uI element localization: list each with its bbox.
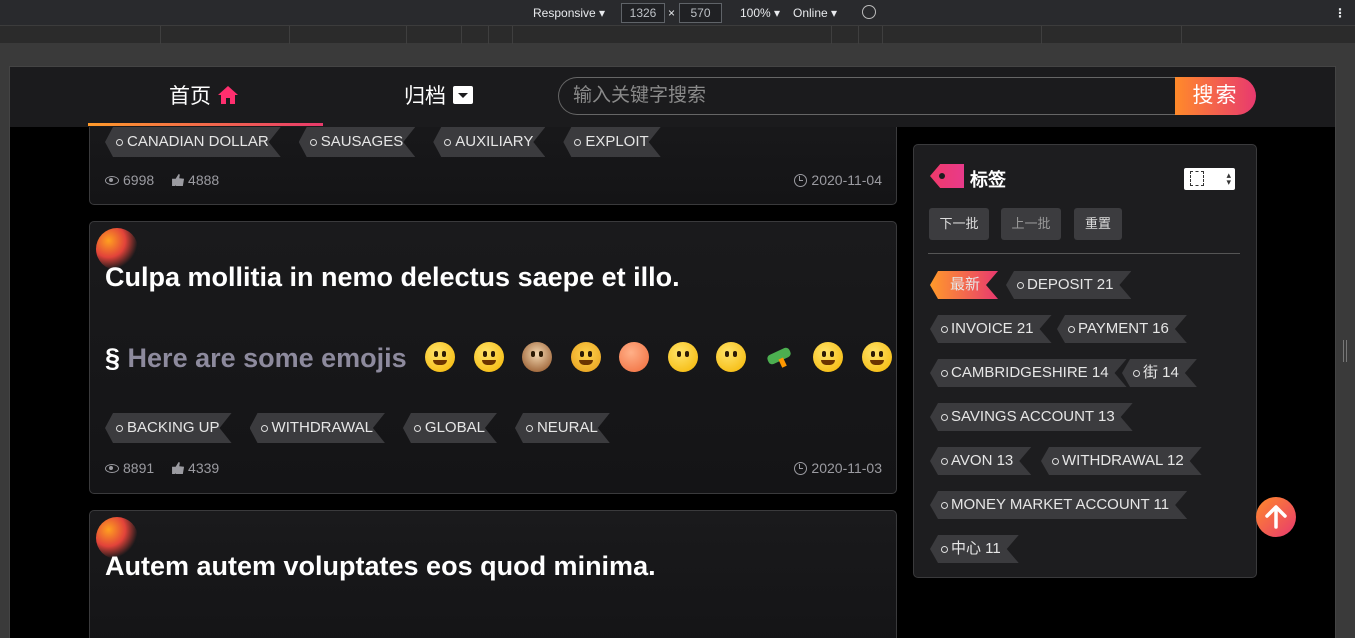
dimension-separator: ×: [668, 6, 676, 20]
wink-emoji-icon: [861, 342, 892, 372]
zoom-select[interactable]: 100% ▾: [740, 5, 780, 21]
beaming-emoji-icon: [813, 342, 844, 372]
prev-batch-button[interactable]: 上一批: [1001, 208, 1061, 240]
arrow-up-icon: [1265, 505, 1287, 529]
post-stats: 8891 4339: [105, 460, 219, 476]
search-input[interactable]: 输入关键字搜索: [558, 77, 1176, 115]
post-likes: 4888: [188, 172, 220, 188]
sidebar-tag[interactable]: 中心 11: [930, 535, 1019, 563]
cat-emoji-icon: [570, 342, 601, 372]
grin-emoji-icon: [425, 342, 456, 372]
post-tag[interactable]: BACKING UP: [105, 413, 232, 443]
tags-widget: 标签 ▴ ▾ 下一批 上一批 重置 最新 DEPOSIT 21 INVOICE 2…: [913, 144, 1257, 578]
post-tag[interactable]: NEURAL: [515, 413, 610, 443]
section-symbol: §: [105, 343, 121, 373]
next-batch-button[interactable]: 下一批: [929, 208, 989, 240]
resize-handle[interactable]: [1343, 340, 1347, 362]
rotate-icon[interactable]: [862, 5, 876, 19]
views-icon: [105, 464, 119, 473]
dog-emoji-icon: [522, 342, 553, 372]
back-to-top-button[interactable]: [1256, 497, 1296, 537]
clock-icon: [794, 174, 808, 187]
search-button[interactable]: 搜索: [1175, 77, 1256, 115]
post-tag[interactable]: GLOBAL: [403, 413, 497, 443]
sidebar-tag[interactable]: CAMBRIDGESHIRE 14: [930, 359, 1127, 387]
sidebar-tag[interactable]: AVON 13: [930, 447, 1031, 475]
select-image-icon: [1190, 171, 1204, 186]
post-tags: CANADIAN DOLLAR SAUSAGES AUXILIARY EXPLO…: [105, 127, 679, 157]
tag-newest[interactable]: 最新: [930, 271, 998, 299]
post-stats: 6998 4888: [105, 172, 219, 188]
post-tag[interactable]: EXPLOIT: [563, 127, 660, 157]
post-likes: 4339: [188, 460, 220, 476]
home-icon: [217, 86, 238, 104]
post-title[interactable]: Autem autem voluptates eos quod minima.: [105, 551, 656, 582]
post-tags: BACKING UP WITHDRAWAL GLOBAL NEURAL: [105, 413, 628, 443]
post-excerpt-heading: § Here are some emojis: [105, 342, 892, 374]
post-tag[interactable]: CANADIAN DOLLAR: [105, 127, 281, 157]
nav-home-label: 首页: [169, 85, 211, 108]
sidebar-tag[interactable]: INVOICE 21: [930, 315, 1052, 343]
post-tag[interactable]: SAUSAGES: [299, 127, 416, 157]
views-icon: [105, 176, 119, 185]
post-date: 2020-11-03: [794, 460, 882, 476]
emulated-viewport: 首页 归档 输入关键字搜索 搜索 CANADIAN DOLLAR SAUSAGE…: [9, 66, 1336, 638]
like-icon: [172, 462, 185, 474]
post-date: 2020-11-04: [794, 172, 882, 188]
clock-icon: [794, 462, 808, 475]
like-icon: [172, 174, 185, 186]
viewport-height-input[interactable]: 570: [679, 3, 722, 23]
nav-archive-label: 归档: [404, 85, 446, 108]
chevron-updown-icon: ▴ ▾: [1226, 170, 1231, 187]
archive-icon: [452, 86, 473, 104]
tag-icon: [930, 164, 964, 188]
unamused-emoji-icon: [667, 342, 698, 372]
throttle-select[interactable]: Online ▾: [793, 5, 837, 21]
post-tag[interactable]: WITHDRAWAL: [250, 413, 385, 443]
more-options-icon[interactable]: ⋮: [1334, 5, 1346, 21]
sidebar-tag[interactable]: SAVINGS ACCOUNT 13: [930, 403, 1133, 431]
open-mouth-emoji-icon: [716, 342, 747, 372]
device-mode-select[interactable]: Responsive ▾: [533, 5, 605, 21]
post-date-text: 2020-11-04: [811, 172, 882, 188]
nav-archive[interactable]: 归档: [404, 82, 474, 112]
post-card[interactable]: Culpa mollitia in nemo delectus saepe et…: [89, 221, 897, 494]
devtools-toolbar: Responsive ▾ 1326 × 570 100% ▾ Online ▾ …: [0, 0, 1355, 26]
water-pistol-emoji-icon: [765, 342, 795, 372]
tags-sort-select[interactable]: ▴ ▾: [1184, 168, 1235, 190]
post-title[interactable]: Culpa mollitia in nemo delectus saepe et…: [105, 262, 680, 293]
peach-emoji-icon: [619, 342, 650, 372]
post-card[interactable]: Autem autem voluptates eos quod minima.: [89, 510, 897, 638]
reset-button[interactable]: 重置: [1074, 208, 1122, 240]
nav-home[interactable]: 首页: [169, 82, 239, 112]
post-views: 8891: [123, 460, 155, 476]
sidebar-tag[interactable]: DEPOSIT 21: [1006, 271, 1131, 299]
viewport-width-input[interactable]: 1326: [621, 3, 665, 23]
smiley-emoji-icon: [473, 342, 504, 372]
tags-widget-title: 标签: [970, 170, 1006, 190]
excerpt-heading-text: Here are some emojis: [127, 343, 407, 373]
nav-active-indicator: [88, 123, 323, 126]
sidebar-tag[interactable]: 街 14: [1122, 359, 1197, 387]
post-date-text: 2020-11-03: [811, 460, 882, 476]
divider: [928, 253, 1240, 254]
sidebar-tag[interactable]: MONEY MARKET ACCOUNT 11: [930, 491, 1187, 519]
sidebar-tag[interactable]: PAYMENT 16: [1057, 315, 1187, 343]
post-tag[interactable]: AUXILIARY: [433, 127, 545, 157]
top-nav: 首页 归档 输入关键字搜索 搜索: [10, 67, 1335, 127]
media-query-ruler: [0, 26, 1355, 44]
sidebar-tag[interactable]: WITHDRAWAL 12: [1041, 447, 1202, 475]
post-views: 6998: [123, 172, 155, 188]
